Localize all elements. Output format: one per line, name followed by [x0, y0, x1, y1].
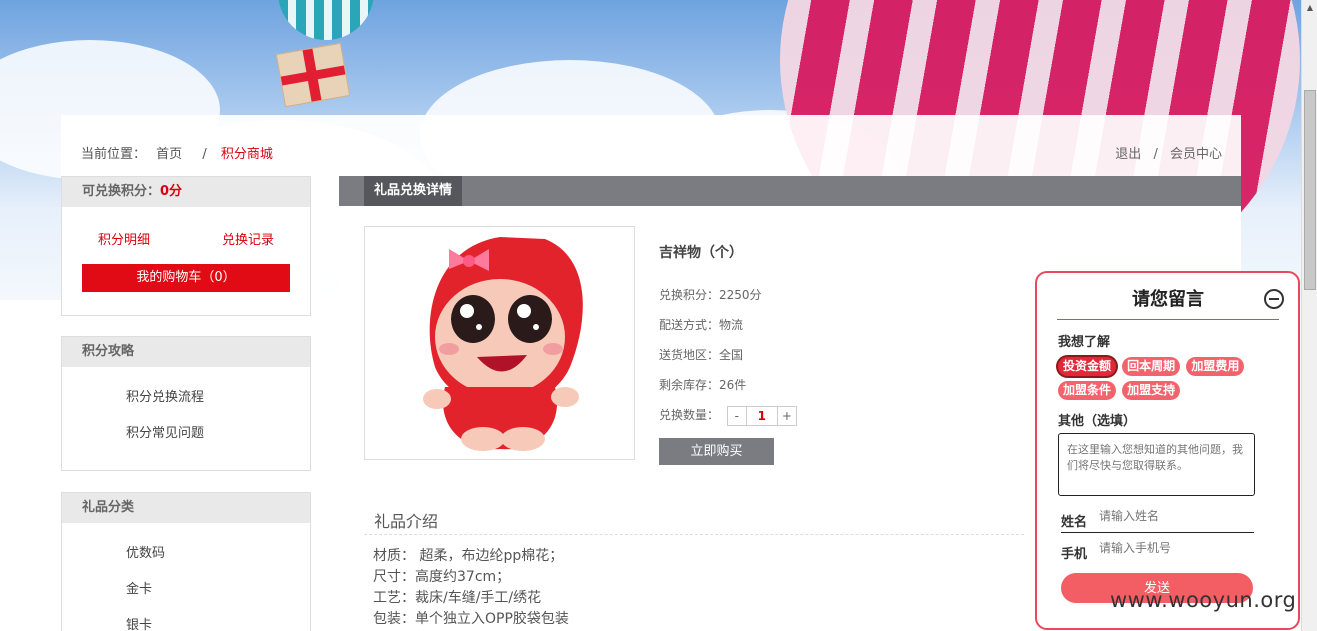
- tag-payback-period[interactable]: 回本周期: [1122, 357, 1181, 376]
- quantity-plus-button[interactable]: +: [778, 407, 796, 425]
- phone-field: 手机: [1061, 539, 1254, 565]
- breadcrumb-separator: /: [202, 147, 207, 162]
- product-image: [364, 226, 635, 460]
- phone-input[interactable]: [1099, 541, 1249, 555]
- points-detail-link[interactable]: 积分明细: [98, 229, 150, 248]
- tag-investment-amount[interactable]: 投资金额: [1058, 357, 1117, 376]
- name-input[interactable]: [1099, 509, 1249, 523]
- intro-divider: [364, 534, 1024, 535]
- user-links-separator: /: [1153, 147, 1158, 162]
- phone-label: 手机: [1061, 547, 1088, 562]
- intro-line-size: 尺寸：高度约37cm；: [373, 569, 511, 585]
- name-field: 姓名: [1061, 507, 1254, 533]
- minimize-icon[interactable]: [1264, 289, 1284, 309]
- tab-bar: 礼品兑换详情: [339, 176, 1241, 206]
- quantity-minus-button[interactable]: -: [728, 407, 746, 425]
- exchange-history-link[interactable]: 兑换记录: [222, 229, 274, 248]
- quantity-stepper: - 1 +: [726, 405, 797, 426]
- points-label: 可兑换积分：: [82, 184, 161, 199]
- guide-item-exchange-process[interactable]: 积分兑换流程: [126, 383, 310, 419]
- category-title: 礼品分类: [62, 493, 310, 523]
- breadcrumb-prefix: 当前位置：: [81, 147, 147, 162]
- points-value: 0分: [160, 184, 183, 199]
- scroll-up-arrow-icon[interactable]: ▲: [1302, 0, 1317, 16]
- scroll-thumb[interactable]: [1304, 90, 1316, 290]
- gift-category-box: 礼品分类 优数码 金卡 银卡: [61, 492, 311, 631]
- intro-list: 材质： 超柔，布边纶pp棉花； 尺寸：高度约37cm； 工艺：裁床/车缝/手工/…: [373, 546, 569, 630]
- message-panel-title: 请您留言: [1057, 285, 1279, 320]
- buy-now-button[interactable]: 立即购买: [659, 438, 774, 465]
- tag-franchise-support[interactable]: 加盟支持: [1122, 381, 1181, 400]
- small-balloon-image: [278, 0, 374, 40]
- intro-line-material: 材质： 超柔，布边纶pp棉花；: [373, 548, 564, 564]
- other-label: 其他（选填）: [1058, 414, 1137, 429]
- product-points: 兑换积分：2250分: [659, 288, 762, 302]
- intro-line-packaging: 包装：单个独立入OPP胶袋包装: [373, 611, 569, 627]
- points-box: 可兑换积分：0分 积分明细 兑换记录 我的购物车（0）: [61, 176, 311, 316]
- product-delivery: 配送方式：物流: [659, 318, 744, 332]
- product-name: 吉祥物（个）: [659, 245, 743, 261]
- quantity-label: 兑换数量：: [659, 408, 720, 422]
- member-center-link[interactable]: 会员中心: [1170, 147, 1222, 162]
- breadcrumb: 当前位置： 首页 / 积分商城: [81, 143, 279, 162]
- intro-line-craft: 工艺：裁床/车缝/手工/绣花: [373, 590, 542, 606]
- intro-title: 礼品介绍: [374, 512, 439, 531]
- watermark: www.wooyun.org: [1110, 588, 1297, 612]
- user-links: 退出 / 会员中心: [1115, 143, 1222, 162]
- product-region: 送货地区：全国: [659, 348, 744, 362]
- gift-box-image: [275, 42, 351, 108]
- want-label: 我想了解: [1058, 335, 1111, 350]
- breadcrumb-home-link[interactable]: 首页: [156, 147, 182, 162]
- quantity-input[interactable]: 1: [745, 406, 778, 425]
- message-textarea[interactable]: [1058, 433, 1255, 496]
- tag-franchise-fee[interactable]: 加盟费用: [1186, 357, 1245, 376]
- quantity-row: 兑换数量： - 1 +: [659, 400, 797, 430]
- guide-item-faq[interactable]: 积分常见问题: [126, 419, 310, 455]
- tag-franchise-conditions[interactable]: 加盟条件: [1058, 381, 1117, 400]
- product-info: 吉祥物（个） 兑换积分：2250分 配送方式：物流 送货地区：全国 剩余库存：2…: [659, 242, 797, 465]
- logout-link[interactable]: 退出: [1115, 147, 1141, 162]
- category-item-silver-card[interactable]: 银卡: [126, 611, 310, 631]
- message-panel: 请您留言 我想了解 投资金额 回本周期 加盟费用 加盟条件 加盟支持 其他（选填…: [1035, 271, 1300, 630]
- my-cart-button[interactable]: 我的购物车（0）: [82, 264, 290, 292]
- topic-tags: 投资金额 回本周期 加盟费用 加盟条件 加盟支持: [1058, 357, 1268, 405]
- page-scrollbar[interactable]: ▲: [1301, 0, 1317, 631]
- breadcrumb-current[interactable]: 积分商城: [221, 147, 273, 162]
- product-stock: 剩余库存：26件: [659, 378, 747, 392]
- category-item-digital[interactable]: 优数码: [126, 539, 310, 575]
- tab-gift-detail[interactable]: 礼品兑换详情: [364, 176, 463, 206]
- points-guide-box: 积分攻略 积分兑换流程 积分常见问题: [61, 336, 311, 471]
- points-header: 可兑换积分：0分: [62, 177, 310, 207]
- guide-title: 积分攻略: [62, 337, 310, 367]
- category-item-gold-card[interactable]: 金卡: [126, 575, 310, 611]
- name-label: 姓名: [1061, 515, 1088, 530]
